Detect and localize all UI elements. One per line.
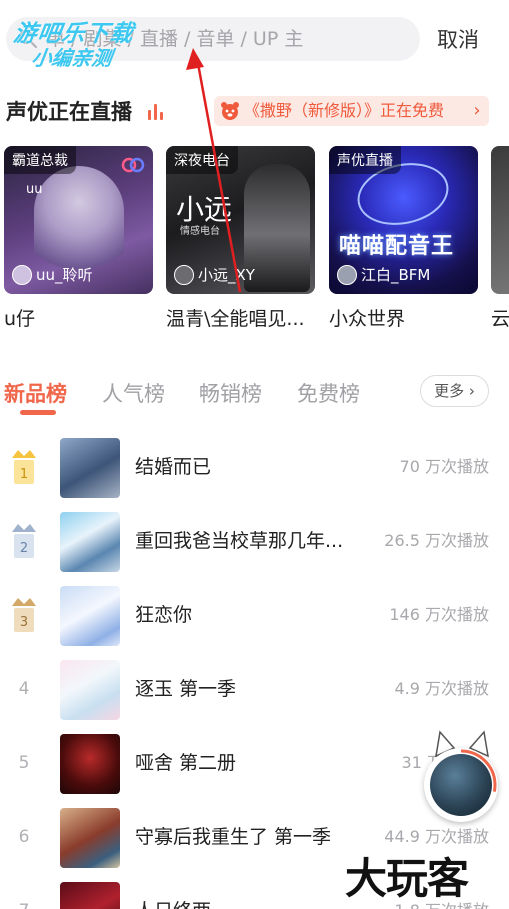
chevron-right-icon: › (465, 96, 489, 126)
live-card[interactable] (491, 146, 509, 294)
live-card[interactable]: 喵喵配音王 声优直播 江白_BFM (329, 146, 478, 294)
tab-popular[interactable]: 人气榜 (102, 378, 165, 408)
cover-text: uu (26, 182, 43, 197)
rank-number: 5 (18, 753, 30, 773)
audiobook-cover (60, 438, 120, 498)
more-button[interactable]: 更多 › (420, 375, 489, 407)
live-card-host: 江白_BFM (337, 264, 430, 286)
live-notice-banner[interactable]: 《撒野（新修版）》正在免费 › (214, 96, 489, 126)
gold-crown-icon: 1 (12, 450, 36, 484)
live-card-tag: 声优直播 (329, 146, 401, 174)
rank-number: 2 (20, 541, 28, 556)
cover-title: 小远 (176, 193, 233, 226)
host-name: uu_聆听 (36, 266, 93, 284)
rank-number: 3 (20, 615, 28, 630)
audiobook-cover (60, 734, 120, 794)
live-bars-icon (148, 104, 166, 120)
more-label: 更多 (434, 382, 465, 400)
ranking-row[interactable]: 4 逐玉 第一季 4.9 万次播放 (0, 652, 509, 726)
live-card-caption[interactable]: 温青\全能唱见... (166, 304, 305, 331)
bear-icon (221, 102, 239, 120)
audiobook-cover (60, 808, 120, 868)
mini-player[interactable] (424, 748, 498, 822)
tab-active-indicator (20, 410, 56, 415)
live-card-host: uu_聆听 (12, 264, 93, 286)
ranking-title: 哑舍 第二册 (135, 752, 237, 774)
live-card[interactable]: 小远 情感电台 深夜电台 小远_XY (166, 146, 315, 294)
live-section-title: 声优正在直播 (6, 100, 132, 124)
ranking-row[interactable]: 2 重回我爸当校草那几年... 26.5 万次播放 (0, 504, 509, 578)
live-card-caption[interactable]: 小众世界 (329, 304, 405, 331)
tab-new[interactable]: 新品榜 (4, 378, 67, 408)
live-card-caption[interactable]: 云 (491, 304, 509, 331)
progress-ring (425, 749, 497, 821)
rank-number: 4 (18, 679, 30, 699)
tab-bestselling[interactable]: 畅销榜 (199, 378, 262, 408)
ranking-title: 逐玉 第一季 (135, 678, 237, 700)
tab-free[interactable]: 免费榜 (297, 378, 360, 408)
audiobook-cover (60, 882, 120, 909)
host-name: 江白_BFM (361, 266, 431, 284)
cancel-button[interactable]: 取消 (437, 20, 479, 60)
notice-text: 《撒野（新修版）》正在免费 (244, 101, 445, 120)
rank-number: 6 (18, 827, 30, 847)
audiobook-cover (60, 660, 120, 720)
live-link-icon (121, 157, 145, 173)
corner-watermark: 大玩客 (345, 854, 469, 903)
live-card-host: 小远_XY (174, 264, 255, 286)
silver-crown-icon: 2 (12, 524, 36, 558)
audiobook-cover (60, 512, 120, 572)
ranking-title: 守寡后我重生了 第一季 (135, 826, 332, 848)
live-card-tag: 深夜电台 (166, 146, 238, 174)
play-count: 146 万次播放 (389, 605, 489, 624)
rank-number: 1 (20, 467, 28, 482)
ranking-title: 人日终两 (135, 874, 211, 909)
rank-number: 7 (8, 874, 40, 909)
live-card[interactable]: uu 霸道总裁 uu_聆听 (4, 146, 153, 294)
ranking-title: 狂恋你 (135, 604, 193, 626)
live-card-tag: 霸道总裁 (4, 146, 76, 174)
ranking-row[interactable]: 1 结婚而已 70 万次播放 (0, 430, 509, 504)
cover-title: 喵喵配音王 (339, 234, 455, 259)
play-count: 26.5 万次播放 (384, 531, 489, 550)
host-name: 小远_XY (198, 266, 255, 284)
chevron-right-icon: › (464, 382, 475, 400)
bronze-crown-icon: 3 (12, 598, 36, 632)
ranking-title: 重回我爸当校草那几年... (135, 530, 344, 552)
play-count: 4.9 万次播放 (394, 679, 489, 698)
avatar (174, 265, 194, 285)
audiobook-cover (60, 586, 120, 646)
ranking-row[interactable]: 3 狂恋你 146 万次播放 (0, 578, 509, 652)
live-card-caption[interactable]: u仔 (4, 304, 35, 331)
avatar (12, 265, 32, 285)
play-count: 70 万次播放 (399, 457, 489, 476)
cover-subtitle: 情感电台 (180, 226, 220, 237)
watermark-line2: 小编亲测 (30, 46, 114, 70)
avatar (337, 265, 357, 285)
ranking-title: 结婚而已 (135, 456, 212, 478)
site-watermark: 游吧乐下载 小编亲测 (4, 10, 154, 70)
